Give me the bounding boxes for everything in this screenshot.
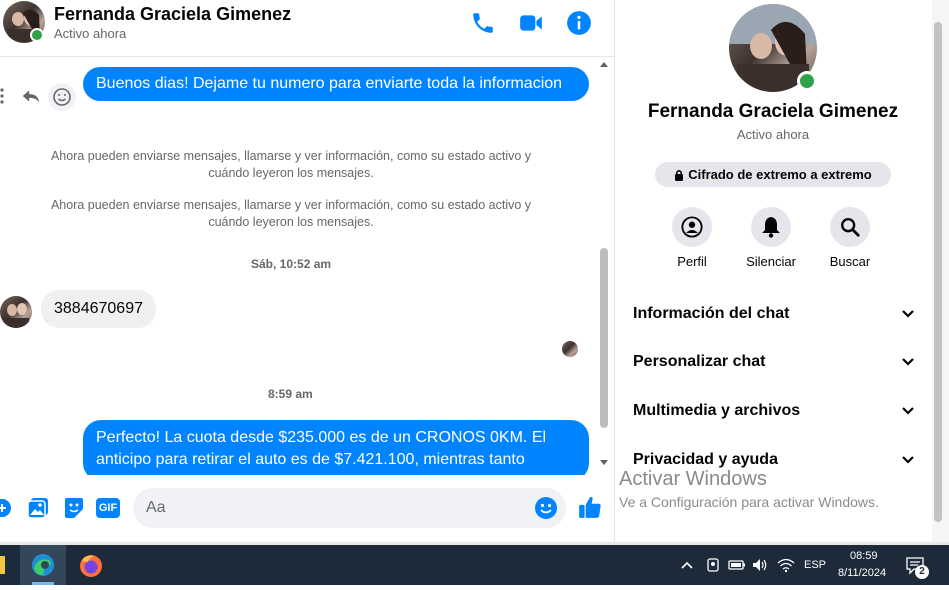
- add-icon[interactable]: [0, 498, 12, 518]
- sender-avatar[interactable]: [0, 296, 32, 328]
- contact-name[interactable]: Fernanda Graciela Gimenez: [54, 4, 291, 25]
- chevron-down-icon: [902, 407, 914, 415]
- notification-count-badge: 2: [915, 565, 929, 579]
- section-label: Información del chat: [633, 305, 790, 322]
- wifi-icon[interactable]: [777, 557, 795, 573]
- mute-label: Silenciar: [746, 254, 796, 269]
- mute-button[interactable]: [751, 207, 791, 247]
- clock-time[interactable]: 08:59: [850, 550, 878, 562]
- firefox-icon: [80, 555, 102, 577]
- online-indicator: [797, 71, 817, 91]
- lock-icon: [675, 169, 684, 181]
- clock-date[interactable]: 8/11/2024: [838, 567, 886, 579]
- profile-icon: [681, 216, 703, 238]
- search-button[interactable]: [830, 207, 870, 247]
- emoji-icon[interactable]: [534, 496, 558, 520]
- meet-icon[interactable]: [705, 557, 721, 573]
- incoming-message[interactable]: 3884670697: [41, 290, 156, 328]
- profile-status: Activo ahora: [736, 127, 810, 142]
- file-explorer-icon[interactable]: [0, 556, 5, 574]
- more-options-icon[interactable]: [0, 87, 6, 105]
- online-indicator: [30, 28, 44, 42]
- sticker-icon[interactable]: [63, 497, 85, 519]
- timestamp: 8:59 am: [268, 387, 313, 401]
- outgoing-message[interactable]: Buenos dias! Dejame tu numero para envia…: [83, 67, 589, 101]
- outgoing-message[interactable]: Perfecto! La cuota desde $235.000 es de …: [83, 420, 589, 475]
- section-label: Personalizar chat: [633, 353, 766, 370]
- search-label: Buscar: [829, 254, 871, 269]
- timestamp: Sáb, 10:52 am: [251, 257, 332, 271]
- profile-label: Perfil: [677, 254, 707, 269]
- section-media-files[interactable]: Multimedia y archivos: [633, 396, 915, 426]
- message-input[interactable]: [133, 488, 566, 528]
- system-notice: Ahora pueden enviarse mensajes, llamarse…: [50, 149, 532, 180]
- section-customize-chat[interactable]: Personalizar chat: [633, 347, 915, 377]
- chevron-down-icon: [902, 358, 914, 366]
- chat-scroll-thumb[interactable]: [600, 248, 608, 428]
- edge-icon: [32, 554, 54, 585]
- panel-scroll-thumb[interactable]: [934, 22, 942, 522]
- edge-taskbar-button[interactable]: [20, 545, 66, 585]
- profile-button[interactable]: [672, 207, 712, 247]
- profile-name: Fernanda Graciela Gimenez: [647, 101, 899, 122]
- encryption-badge-label: Cifrado de extremo a extremo: [688, 167, 872, 182]
- chevron-down-icon: [902, 310, 914, 318]
- react-icon[interactable]: [48, 83, 76, 111]
- bell-icon: [762, 217, 780, 238]
- contact-status: Activo ahora: [54, 26, 127, 41]
- tray-expand-icon[interactable]: [680, 558, 694, 572]
- phone-icon[interactable]: [470, 10, 496, 36]
- battery-icon[interactable]: [728, 558, 746, 572]
- section-chat-info[interactable]: Información del chat: [633, 299, 915, 329]
- input-language[interactable]: ESP: [804, 559, 826, 571]
- encryption-badge[interactable]: Cifrado de extremo a extremo: [655, 162, 891, 187]
- info-icon[interactable]: [566, 10, 592, 36]
- windows-activation-subtitle: Ve a Configuración para activar Windows.: [619, 494, 879, 510]
- message-thread: Buenos dias! Dejame tu numero para envia…: [0, 57, 614, 475]
- section-label: Privacidad y ayuda: [633, 451, 778, 468]
- reply-icon[interactable]: [20, 85, 42, 107]
- windows-activation-title: Activar Windows: [619, 468, 767, 490]
- section-label: Multimedia y archivos: [633, 402, 801, 419]
- system-notice: Ahora pueden enviarse mensajes, llamarse…: [50, 198, 532, 229]
- photo-icon[interactable]: [27, 497, 49, 519]
- chevron-down-icon: [902, 456, 914, 464]
- like-icon[interactable]: [577, 494, 603, 520]
- seen-avatar: [562, 341, 578, 357]
- gif-button[interactable]: GIF: [96, 498, 120, 518]
- volume-icon[interactable]: [751, 557, 769, 573]
- video-call-icon[interactable]: [518, 10, 544, 36]
- firefox-taskbar-button[interactable]: [76, 551, 106, 581]
- search-icon: [841, 218, 860, 237]
